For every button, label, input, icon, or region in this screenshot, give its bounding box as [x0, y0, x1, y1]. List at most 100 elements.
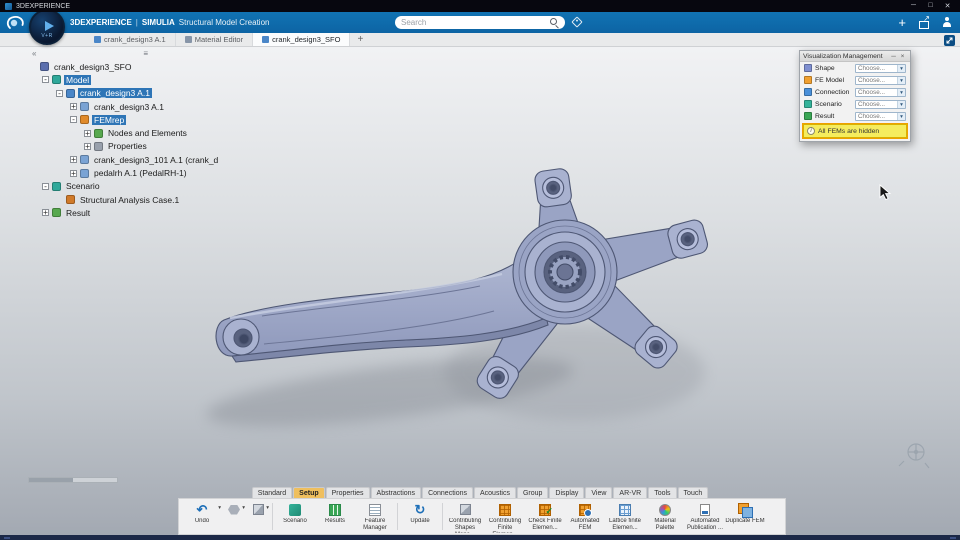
chevron-down-icon[interactable] — [897, 100, 905, 108]
add-content-button[interactable]: + — [898, 16, 906, 29]
dropdown-arrow-icon[interactable] — [242, 505, 245, 511]
expander-toggle[interactable]: + — [70, 169, 77, 177]
tree-item-nodes-elements[interactable]: + Nodes and Elements — [30, 126, 220, 139]
tag-icon[interactable] — [571, 16, 583, 28]
ribbon-tab-properties[interactable]: Properties — [325, 487, 370, 498]
maximize-button[interactable]: □ — [923, 2, 938, 10]
select-value: Choose... — [858, 100, 885, 108]
app-window: 3DEXPERIENCE ─ □ ✕ 3DEXPERIENCE | SIMULI… — [0, 0, 960, 540]
tool-lattice-fe[interactable]: Lattice finite Elemen... — [605, 500, 645, 533]
tool-hexagon[interactable] — [222, 500, 246, 533]
tool-scenario[interactable]: Scenario — [275, 500, 315, 533]
tool-contributing-fe[interactable]: Contributing Finite Elemen... — [485, 500, 525, 533]
viz-row-label: FE Model — [815, 76, 845, 84]
slider-handle[interactable] — [29, 478, 73, 482]
share-icon[interactable] — [918, 14, 930, 29]
result-node-icon — [52, 208, 61, 218]
expander-toggle[interactable]: - — [42, 182, 49, 190]
ribbon-tab-view[interactable]: View — [585, 487, 613, 498]
tree-item-product[interactable]: - crank_design3 A.1 — [30, 87, 220, 100]
expander-toggle[interactable]: - — [42, 76, 49, 84]
ribbon-tab-abstractions[interactable]: Abstractions — [370, 487, 422, 498]
tool-check-fe[interactable]: Check Finite Elemen... — [525, 500, 565, 533]
close-button[interactable]: ✕ — [940, 2, 955, 10]
chevron-down-icon[interactable] — [897, 64, 905, 72]
play-icon[interactable] — [45, 21, 54, 31]
result-select[interactable]: Choose... — [855, 111, 906, 121]
dropdown-arrow-icon[interactable] — [266, 505, 269, 511]
panel-header[interactable]: Visualization Management ─ × — [800, 51, 910, 62]
tree-item-femrep[interactable]: - FEMrep — [30, 113, 220, 126]
scenario-select[interactable]: Choose... — [855, 99, 906, 109]
fullscreen-toggle-button[interactable] — [944, 34, 955, 46]
tab-crank-design3-sfo[interactable]: crank_design3_SFO — [253, 33, 351, 46]
contributing-fe-icon — [499, 503, 511, 516]
view-slider[interactable] — [28, 477, 118, 483]
expander-toggle[interactable]: + — [84, 142, 91, 150]
expander-toggle[interactable]: - — [56, 89, 63, 97]
tree-item-scenario[interactable]: - Scenario — [30, 180, 220, 193]
ribbon-tab-connections[interactable]: Connections — [422, 487, 473, 498]
chevron-down-icon[interactable] — [897, 112, 905, 120]
tool-results[interactable]: Results — [315, 500, 355, 533]
shape-select[interactable]: Choose... — [855, 63, 906, 73]
ribbon-tab-ar-vr[interactable]: AR-VR — [613, 487, 648, 498]
tool-material-palette[interactable]: Material Palette — [645, 500, 685, 533]
dassault-logo-icon — [4, 14, 28, 37]
tool-contributing-shapes[interactable]: Contributing Shapes Mana... — [445, 500, 485, 533]
ribbon-tab-acoustics[interactable]: Acoustics — [473, 487, 516, 498]
tree-item-properties[interactable]: + Properties — [30, 140, 220, 153]
tool-cube[interactable] — [246, 500, 270, 533]
tree-item-label: Result — [66, 207, 91, 218]
tab-material-editor[interactable]: Material Editor — [176, 33, 254, 46]
panel-minimize-button[interactable]: ─ — [889, 52, 898, 61]
analysis-case-icon — [66, 195, 75, 205]
tool-duplicate-fem[interactable]: Duplicate FEM — [725, 500, 765, 533]
tree-item-part-101[interactable]: + crank_design3_101 A.1 (crank_d — [30, 153, 220, 166]
tool-label: Check Finite Elemen... — [528, 518, 562, 532]
search-icon[interactable] — [550, 18, 559, 27]
tree-item-analysis-case[interactable]: Structural Analysis Case.1 — [30, 193, 220, 206]
search-box[interactable] — [395, 16, 565, 29]
tool-label: Contributing Shapes Mana... — [448, 518, 482, 533]
tool-automated-fem[interactable]: Automated FEM — [565, 500, 605, 533]
ribbon-tab-setup[interactable]: Setup — [293, 487, 325, 498]
viz-row-connection: Connection Choose... — [800, 86, 910, 98]
scenario-node-icon — [52, 181, 61, 191]
connection-select[interactable]: Choose... — [855, 87, 906, 97]
panel-close-button[interactable]: × — [898, 52, 907, 61]
chevron-down-icon[interactable] — [897, 88, 905, 96]
tree-item-result[interactable]: + Result — [30, 206, 220, 219]
expander-toggle[interactable]: + — [70, 103, 77, 111]
tool-update[interactable]: Update — [400, 500, 440, 533]
new-tab-button[interactable]: + — [350, 33, 370, 46]
scenario-icon — [289, 503, 301, 516]
tool-automated-publication[interactable]: Automated Publication ... — [685, 500, 725, 533]
collapse-tree-icon[interactable] — [32, 49, 36, 58]
tree-item-root[interactable]: crank_design3_SFO — [30, 60, 220, 73]
tree-item-model[interactable]: - Model — [30, 73, 220, 86]
tree-item-part[interactable]: + crank_design3 A.1 — [30, 100, 220, 113]
expander-toggle[interactable]: + — [70, 156, 77, 164]
search-input[interactable] — [401, 17, 546, 28]
tree-menu-icon[interactable] — [143, 49, 148, 58]
ribbon-tab-group[interactable]: Group — [516, 487, 549, 498]
tree-item-pedalrh[interactable]: + pedalrh A.1 (PedalRH-1) — [30, 166, 220, 179]
tab-crank-design3[interactable]: crank_design3 A.1 — [85, 33, 176, 46]
femrep-icon — [80, 115, 89, 125]
dropdown-arrow-icon[interactable] — [218, 505, 221, 511]
compass-widget[interactable]: V+R — [29, 9, 65, 45]
chevron-down-icon[interactable] — [897, 76, 905, 84]
tool-feature-manager[interactable]: Feature Manager — [355, 500, 395, 533]
ribbon-tab-touch[interactable]: Touch — [677, 487, 709, 498]
expander-toggle[interactable]: + — [42, 209, 49, 217]
ribbon-tab-tools[interactable]: Tools — [648, 487, 677, 498]
tool-undo[interactable]: Undo — [182, 500, 222, 533]
expander-toggle[interactable]: - — [70, 116, 77, 124]
user-menu-icon[interactable] — [941, 17, 952, 28]
ribbon-tab-display[interactable]: Display — [549, 487, 585, 498]
minimize-button[interactable]: ─ — [906, 2, 921, 10]
expander-toggle[interactable]: + — [84, 129, 91, 137]
ribbon-tab-standard[interactable]: Standard — [251, 487, 293, 498]
fe-model-select[interactable]: Choose... — [855, 75, 906, 85]
